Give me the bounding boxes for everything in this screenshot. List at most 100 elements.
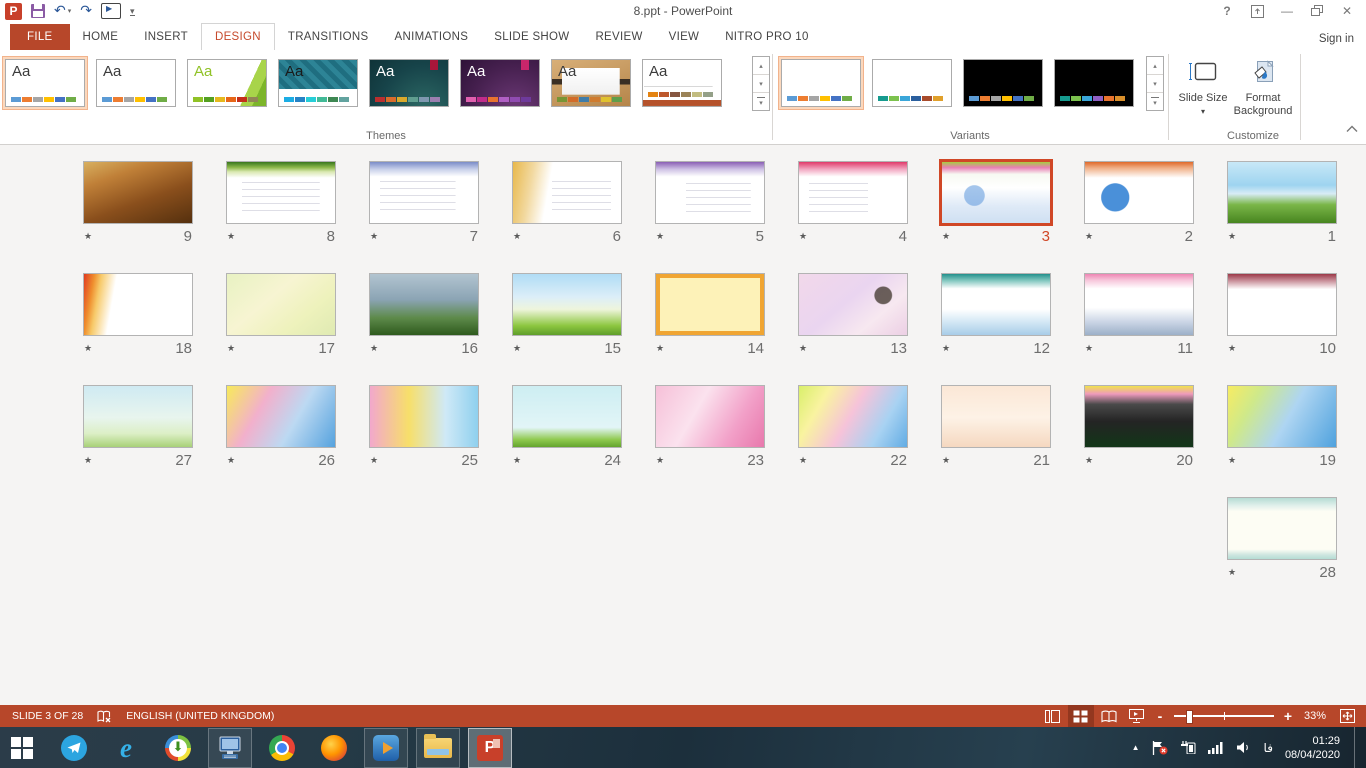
slide-thumbnail-13[interactable] (798, 273, 908, 336)
taskbar-telegram-button[interactable] (52, 728, 96, 768)
tab-file[interactable]: FILE (10, 24, 70, 50)
volume-icon[interactable] (1237, 741, 1252, 754)
tab-transitions[interactable]: TRANSITIONS (275, 24, 382, 50)
slide-thumbnail-7[interactable] (369, 161, 479, 224)
sign-in-link[interactable]: Sign in (1319, 33, 1354, 45)
slide-thumbnail-24[interactable] (512, 385, 622, 448)
reading-view-button[interactable] (1096, 705, 1122, 727)
theme-thumbnail[interactable]: Aa (2, 56, 88, 110)
slide-thumbnail-5[interactable] (655, 161, 765, 224)
variant-thumbnail[interactable] (869, 56, 955, 110)
fit-slide-to-window-button[interactable] (1334, 705, 1360, 727)
help-button[interactable]: ? (1212, 0, 1242, 22)
restore-button[interactable] (1302, 0, 1332, 22)
taskbar-media-player-button[interactable] (364, 728, 408, 768)
variants-scroll-down-button[interactable]: ▾ (1147, 75, 1163, 93)
zoom-in-button[interactable]: + (1280, 708, 1296, 724)
clock[interactable]: 01:29 08/04/2020 (1285, 734, 1340, 762)
slide-thumbnail-10[interactable] (1227, 273, 1337, 336)
animation-star-icon[interactable]: ★ (656, 232, 664, 242)
power-battery-icon[interactable] (1180, 741, 1196, 754)
slide-thumbnail-1[interactable] (1227, 161, 1337, 224)
network-signal-icon[interactable] (1208, 742, 1225, 754)
tab-insert[interactable]: INSERT (131, 24, 201, 50)
zoom-percentage[interactable]: 33% (1304, 710, 1326, 722)
slide-thumbnail-14[interactable] (655, 273, 765, 336)
animation-star-icon[interactable]: ★ (1085, 232, 1093, 242)
slide-thumbnail-4[interactable] (798, 161, 908, 224)
slide-thumbnail-9[interactable] (83, 161, 193, 224)
slide-thumbnail-17[interactable] (226, 273, 336, 336)
animation-star-icon[interactable]: ★ (227, 456, 235, 466)
close-button[interactable]: ✕ (1332, 0, 1362, 22)
animation-star-icon[interactable]: ★ (1085, 344, 1093, 354)
animation-star-icon[interactable]: ★ (1228, 344, 1236, 354)
animation-star-icon[interactable]: ★ (942, 232, 950, 242)
tab-design[interactable]: DESIGN (201, 23, 275, 50)
zoom-slider-thumb[interactable] (1186, 710, 1193, 724)
show-desktop-button[interactable] (1354, 727, 1360, 768)
taskbar-powerpoint-button[interactable]: P (468, 728, 512, 768)
slide-thumbnail-11[interactable] (1084, 273, 1194, 336)
tab-slide-show[interactable]: SLIDE SHOW (481, 24, 582, 50)
slide-thumbnail-27[interactable] (83, 385, 193, 448)
slide-thumbnail-16[interactable] (369, 273, 479, 336)
slide-thumbnail-6[interactable] (512, 161, 622, 224)
theme-thumbnail[interactable]: Aa (366, 56, 452, 110)
animation-star-icon[interactable]: ★ (942, 344, 950, 354)
animation-star-icon[interactable]: ★ (84, 456, 92, 466)
theme-thumbnail[interactable]: Aa (639, 56, 725, 110)
variants-more-button[interactable]: ▾ (1147, 93, 1163, 110)
taskbar-file-explorer-button[interactable] (416, 728, 460, 768)
themes-scroll-down-button[interactable]: ▾ (753, 75, 769, 93)
animation-star-icon[interactable]: ★ (227, 232, 235, 242)
collapse-ribbon-button[interactable] (1346, 120, 1358, 138)
animation-star-icon[interactable]: ★ (370, 456, 378, 466)
animation-star-icon[interactable]: ★ (1228, 568, 1236, 578)
zoom-slider[interactable] (1174, 705, 1274, 727)
taskbar-internet-explorer-button[interactable]: e (104, 728, 148, 768)
tab-view[interactable]: VIEW (656, 24, 713, 50)
slide-thumbnail-23[interactable] (655, 385, 765, 448)
slide-show-view-button[interactable] (1124, 705, 1150, 727)
tab-animations[interactable]: ANIMATIONS (382, 24, 482, 50)
zoom-out-button[interactable]: - (1152, 708, 1168, 724)
slide-thumbnail-15[interactable] (512, 273, 622, 336)
slide-thumbnail-18[interactable] (83, 273, 193, 336)
slide-thumbnail-8[interactable] (226, 161, 336, 224)
taskbar-on-screen-keyboard-button[interactable] (208, 728, 252, 768)
animation-star-icon[interactable]: ★ (227, 344, 235, 354)
ribbon-display-options-button[interactable] (1242, 0, 1272, 22)
slide-thumbnail-2[interactable] (1084, 161, 1194, 224)
theme-thumbnail[interactable]: Aa (93, 56, 179, 110)
input-language-indicator[interactable]: فا (1264, 741, 1273, 755)
animation-star-icon[interactable]: ★ (84, 344, 92, 354)
variants-scroll-up-button[interactable]: ▴ (1147, 57, 1163, 75)
animation-star-icon[interactable]: ★ (656, 456, 664, 466)
slide-sorter-view-button[interactable] (1068, 705, 1094, 727)
slide-thumbnail-21[interactable] (941, 385, 1051, 448)
format-background-button[interactable]: Format Background (1232, 56, 1294, 118)
tab-nitro-pro[interactable]: NITRO PRO 10 (712, 24, 821, 50)
taskbar-firefox-button[interactable] (312, 728, 356, 768)
animation-star-icon[interactable]: ★ (656, 344, 664, 354)
normal-view-button[interactable] (1040, 705, 1066, 727)
show-hidden-icons-button[interactable]: ▲ (1132, 743, 1140, 752)
tab-review[interactable]: REVIEW (582, 24, 655, 50)
minimize-button[interactable]: — (1272, 0, 1302, 22)
animation-star-icon[interactable]: ★ (799, 344, 807, 354)
animation-star-icon[interactable]: ★ (1085, 456, 1093, 466)
slide-thumbnail-22[interactable] (798, 385, 908, 448)
start-button[interactable] (0, 728, 44, 768)
slide-thumbnail-26[interactable] (226, 385, 336, 448)
tab-home[interactable]: HOME (70, 24, 132, 50)
animation-star-icon[interactable]: ★ (942, 456, 950, 466)
animation-star-icon[interactable]: ★ (370, 232, 378, 242)
taskbar-chrome-button[interactable] (260, 728, 304, 768)
variant-thumbnail[interactable] (778, 56, 864, 110)
animation-star-icon[interactable]: ★ (513, 232, 521, 242)
language-indicator[interactable]: ENGLISH (UNITED KINGDOM) (126, 710, 274, 722)
animation-star-icon[interactable]: ★ (1228, 232, 1236, 242)
animation-star-icon[interactable]: ★ (370, 344, 378, 354)
slide-size-button[interactable]: Slide Size ▾ (1176, 56, 1230, 118)
